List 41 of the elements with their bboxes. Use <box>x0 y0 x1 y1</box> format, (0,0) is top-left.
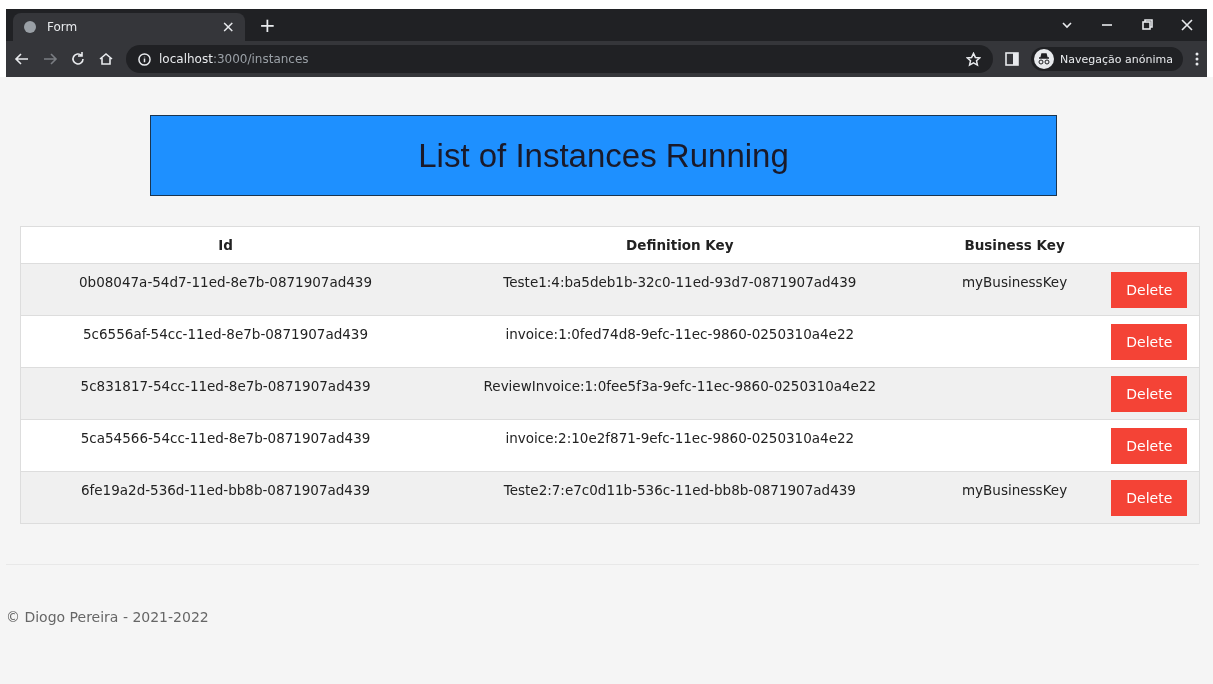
table-cell: 5c6556af-54cc-11ed-8e7b-0871907ad439 <box>83 326 369 342</box>
home-icon[interactable] <box>98 51 114 67</box>
table-cell: myBusinessKey <box>961 482 1068 498</box>
table-cell: 5ca54566-54cc-11ed-8e7b-0871907ad439 <box>80 430 371 446</box>
browser-tab[interactable]: Form × <box>13 13 245 41</box>
star-icon[interactable] <box>966 51 982 67</box>
table-cell: ReviewInvoice:1:0fee5f3a-9efc-11ec-9860-0250310a4e22 <box>483 378 877 394</box>
table-cell: invoice:1:0fed74d8-9efc-11ec-9860-0250310a4e22 <box>505 326 855 342</box>
back-icon[interactable] <box>14 51 30 67</box>
delete-button[interactable]: Delete <box>1111 376 1188 412</box>
delete-button[interactable]: Delete <box>1111 324 1188 360</box>
table-cell: 6fe19a2d-536d-11ed-bb8b-0871907ad439 <box>80 482 371 498</box>
reload-icon[interactable] <box>70 51 86 67</box>
delete-button[interactable]: Delete <box>1111 272 1188 308</box>
restore-icon[interactable] <box>1141 19 1153 31</box>
table-cell: myBusinessKey <box>961 274 1068 290</box>
column-header: Definition Key <box>626 237 734 253</box>
footer-text: © Diogo Pereira - 2021-2022 <box>6 609 210 625</box>
column-header: Id <box>218 237 233 253</box>
chevron-down-icon[interactable] <box>1061 19 1073 31</box>
table-cell: 5c831817-54cc-11ed-8e7b-0871907ad439 <box>80 378 371 394</box>
close-tab-button[interactable]: × <box>221 19 235 35</box>
column-header: Business Key <box>964 237 1065 253</box>
table-cell: Teste1:4:ba5deb1b-32c0-11ed-93d7-0871907ad439 <box>503 274 857 290</box>
incognito-icon <box>1034 49 1055 69</box>
delete-button[interactable]: Delete <box>1111 428 1188 464</box>
address-bar[interactable]: localhost:3000/instances <box>126 45 994 73</box>
close-icon[interactable] <box>1181 19 1193 31</box>
page-title: List of Instances Running <box>418 136 789 175</box>
table-cell: 0b08047a-54d7-11ed-8e7b-0871907ad439 <box>79 274 373 290</box>
table-cell: Teste2:7:e7c0d11b-536c-11ed-bb8b-0871907ad439 <box>503 482 856 498</box>
info-icon <box>138 52 151 66</box>
new-tab-button[interactable]: + <box>259 15 276 35</box>
table-cell: invoice:2:10e2f871-9efc-11ec-9860-0250310a4e22 <box>505 430 855 446</box>
profile-button[interactable]: Navegação anónima <box>1031 47 1183 71</box>
forward-icon[interactable] <box>42 51 58 67</box>
side-panel-icon[interactable] <box>1005 52 1020 66</box>
url-text: localhost:3000/instances <box>159 52 309 66</box>
more-icon[interactable] <box>1195 52 1199 66</box>
delete-button[interactable]: Delete <box>1111 480 1188 516</box>
tab-title: Form <box>47 20 79 34</box>
